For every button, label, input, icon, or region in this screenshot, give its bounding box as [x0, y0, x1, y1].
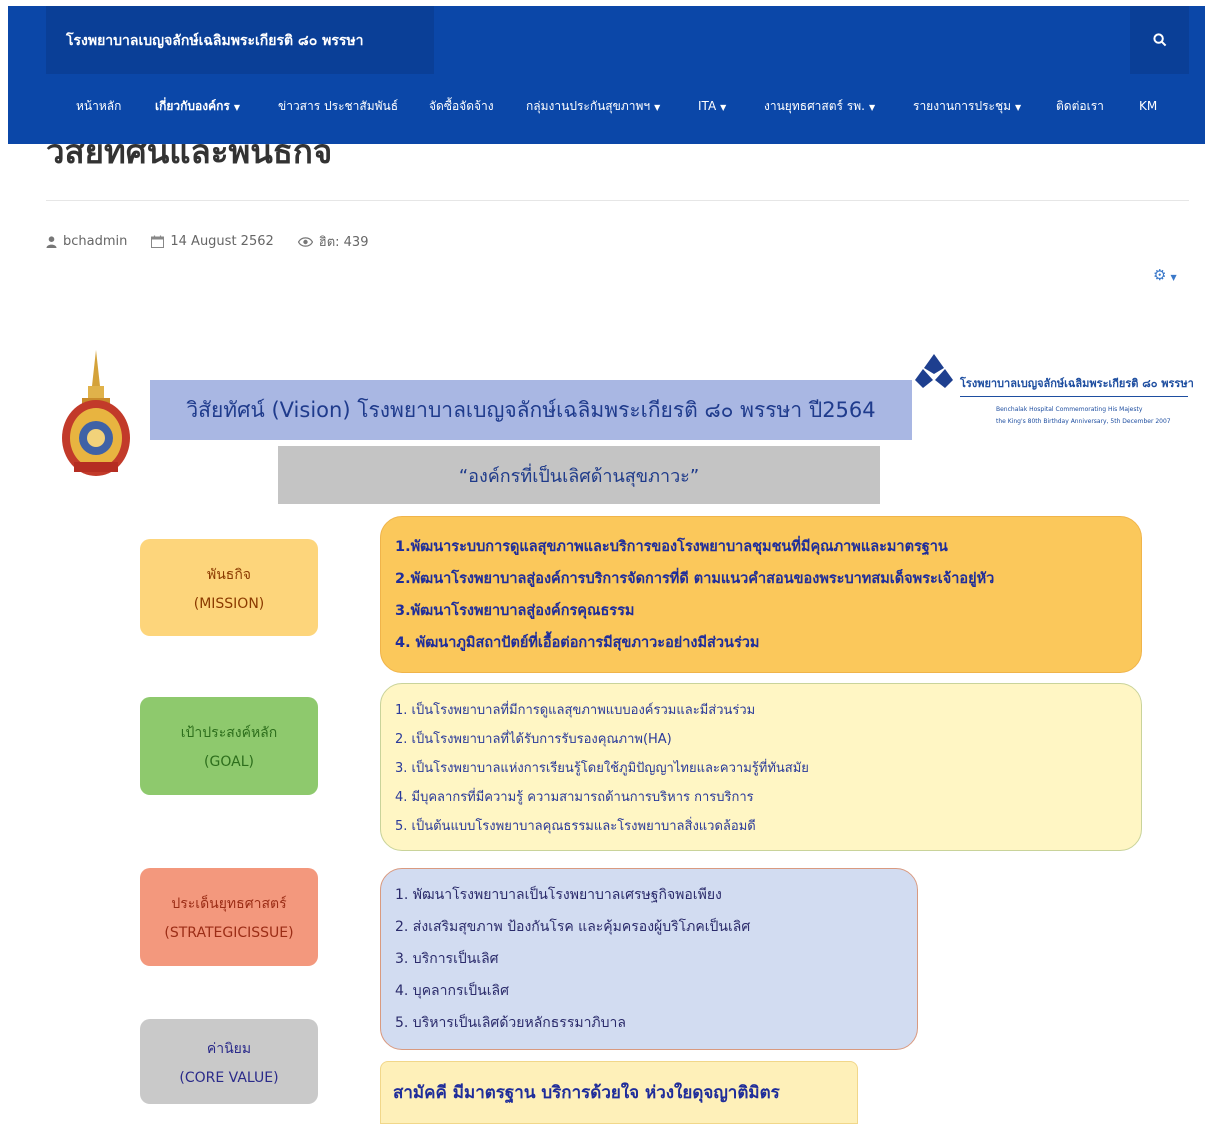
royal-emblem-icon	[62, 350, 130, 476]
core-value-label-th: ค่านิยม	[206, 1040, 252, 1057]
caret-down-icon: ▼	[868, 103, 876, 112]
eye-icon	[297, 236, 313, 247]
article-tools-button[interactable]: ⚙ ▼	[1153, 266, 1177, 284]
core-value-label: ค่านิยม (CORE VALUE)	[140, 1019, 318, 1104]
strategy-item: 4. บุคลากรเป็นเลิศ	[395, 983, 509, 999]
top-navbar: โรงพยาบาลเบญจลักษ์เฉลิมพระเกียรติ ๘๐ พรร…	[8, 6, 1205, 144]
logo-sub-en-1: Benchalak Hospital Commemorating His Maj…	[996, 406, 1143, 413]
mission-list: 1.พัฒนาระบบการดูแลสุขภาพและบริการของโรงพ…	[380, 516, 1142, 673]
strategy-label: ประเด็นยุทธศาสตร์ (STRATEGICISSUE)	[140, 868, 318, 966]
strategy-label-th: ประเด็นยุทธศาสตร์	[171, 896, 287, 912]
title-divider	[46, 200, 1189, 201]
nav-km-label: KM	[1139, 99, 1158, 113]
vision-tagline-box: “องค์กรที่เป็นเลิศด้านสุขภาวะ”	[278, 446, 880, 504]
hit-count: ฮิต: 439	[318, 235, 369, 250]
strategy-item: 5. บริหารเป็นเลิศด้วยหลักธรรมาภิบาล	[395, 1015, 626, 1031]
mission-label-en: (MISSION)	[193, 595, 265, 612]
goal-item: 1. เป็นโรงพยาบาลที่มีการดูแลสุขภาพแบบองค…	[395, 702, 756, 718]
strategy-list: 1. พัฒนาโรงพยาบาลเป็นโรงพยาบาลเศรษฐกิจพอ…	[380, 868, 918, 1050]
goal-label: เป้าประสงค์หลัก (GOAL)	[140, 697, 318, 795]
goal-list: 1. เป็นโรงพยาบาลที่มีการดูแลสุขภาพแบบองค…	[380, 683, 1142, 851]
author-name: bchadmin	[63, 234, 128, 249]
nav-insurance-label: กลุ่มงานประกันสุขภาพฯ	[526, 99, 651, 113]
mission-item: 2.พัฒนาโรงพยาบาลสู่องค์การบริการจัดการที…	[395, 571, 995, 587]
nav-about-label: เกี่ยวกับองค์กร	[155, 99, 230, 113]
nav-contact-label: ติดต่อเรา	[1056, 99, 1104, 113]
core-value-text: สามัคคี มีมาตรฐาน บริการด้วยใจ ห่วงใยดุจ…	[393, 1083, 780, 1103]
strategy-item: 2. ส่งเสริมสุขภาพ ป้องกันโรค และคุ้มครอง…	[395, 919, 751, 935]
goal-item: 5. เป็นต้นแบบโรงพยาบาลคุณธรรมและโรงพยาบา…	[395, 818, 756, 834]
logo-rule	[960, 396, 1188, 397]
caret-down-icon: ▼	[1170, 273, 1177, 282]
mission-item: 3.พัฒนาโรงพยาบาลสู่องค์กรคุณธรรม	[395, 603, 635, 619]
vision-banner: วิสัยทัศน์ (Vision) โรงพยาบาลเบญจลักษ์เฉ…	[150, 380, 912, 440]
main-menu: หน้าหลัก เกี่ยวกับองค์กร ▼ ข่าวสาร ประชาส…	[8, 98, 1205, 128]
goal-item: 3. เป็นโรงพยาบาลแห่งการเรียนรู้โดยใช้ภูม…	[395, 760, 809, 776]
nav-ita-label: ITA	[698, 99, 717, 113]
caret-down-icon: ▼	[1015, 103, 1022, 112]
caret-down-icon: ▼	[654, 103, 661, 112]
logo-icon	[915, 354, 953, 388]
vision-text: วิสัยทัศน์ (Vision) โรงพยาบาลเบญจลักษ์เฉ…	[186, 397, 876, 422]
strategy-item: 3. บริการเป็นเลิศ	[395, 951, 499, 967]
nav-contact[interactable]: ติดต่อเรา	[1056, 98, 1104, 114]
nav-km[interactable]: KM	[1139, 98, 1157, 114]
nav-home-label: หน้าหลัก	[76, 99, 122, 113]
mission-label-th: พันธกิจ	[206, 566, 252, 583]
mission-item: 1.พัฒนาระบบการดูแลสุขภาพและบริการของโรงพ…	[395, 539, 948, 555]
core-value-label-en: (CORE VALUE)	[179, 1069, 279, 1086]
nav-strategy-label: งานยุทธศาสตร์ รพ.	[764, 99, 865, 113]
goal-item: 4. มีบุคลากรที่มีความรู้ ความสามารถด้านก…	[395, 789, 754, 805]
goal-label-th: เป้าประสงค์หลัก	[180, 725, 278, 741]
nav-about[interactable]: เกี่ยวกับองค์กร ▼	[155, 98, 240, 116]
search-icon	[1152, 33, 1166, 47]
article-meta: bchadmin 14 August 2562 ฮิต: 439	[46, 231, 368, 252]
calendar-icon	[151, 235, 165, 248]
nav-procurement[interactable]: จัดซื้อจัดจ้าง	[429, 98, 494, 114]
goal-label-en: (GOAL)	[204, 754, 254, 770]
user-icon	[46, 235, 57, 248]
nav-meetings-label: รายงานการประชุม	[913, 99, 1012, 113]
goal-item: 2. เป็นโรงพยาบาลที่ได้รับการรับรองคุณภาพ…	[395, 731, 672, 747]
caret-down-icon: ▼	[720, 103, 727, 112]
vision-tagline: “องค์กรที่เป็นเลิศด้านสุขภาวะ”	[458, 465, 700, 487]
brand-area: โรงพยาบาลเบญจลักษ์เฉลิมพระเกียรติ ๘๐ พรร…	[46, 6, 434, 74]
nav-home[interactable]: หน้าหลัก	[76, 98, 121, 114]
hospital-logo: โรงพยาบาลเบญจลักษ์เฉลิมพระเกียรติ ๘๐ พรร…	[914, 352, 1194, 434]
logo-sub-en-2: the King's 80th Birthday Anniversary, 5t…	[996, 418, 1171, 425]
nav-meetings[interactable]: รายงานการประชุม ▼	[913, 98, 1021, 116]
gear-icon: ⚙	[1153, 266, 1167, 284]
nav-strategy[interactable]: งานยุทธศาสตร์ รพ. ▼	[764, 98, 875, 116]
core-value-box: สามัคคี มีมาตรฐาน บริการด้วยใจ ห่วงใยดุจ…	[380, 1061, 858, 1124]
caret-down-icon: ▼	[233, 103, 240, 112]
nav-news[interactable]: ข่าวสาร ประชาสัมพันธ์	[278, 98, 398, 114]
publish-date: 14 August 2562	[170, 234, 274, 249]
logo-name: โรงพยาบาลเบญจลักษ์เฉลิมพระเกียรติ ๘๐ พรร…	[960, 377, 1194, 390]
mission-item: 4. พัฒนาภูมิสถาปัตย์ที่เอื้อต่อการมีสุขภ…	[395, 635, 760, 651]
nav-ita[interactable]: ITA ▼	[698, 98, 726, 116]
search-button[interactable]	[1130, 6, 1189, 74]
nav-procurement-label: จัดซื้อจัดจ้าง	[429, 99, 494, 113]
mission-label: พันธกิจ (MISSION)	[140, 539, 318, 636]
strategy-label-en: (STRATEGICISSUE)	[164, 925, 294, 941]
nav-news-label: ข่าวสาร ประชาสัมพันธ์	[278, 99, 399, 113]
site-title-link[interactable]: โรงพยาบาลเบญจลักษ์เฉลิมพระเกียรติ ๘๐ พรร…	[66, 30, 364, 52]
nav-insurance[interactable]: กลุ่มงานประกันสุขภาพฯ ▼	[526, 98, 660, 116]
strategy-item: 1. พัฒนาโรงพยาบาลเป็นโรงพยาบาลเศรษฐกิจพอ…	[395, 887, 722, 903]
